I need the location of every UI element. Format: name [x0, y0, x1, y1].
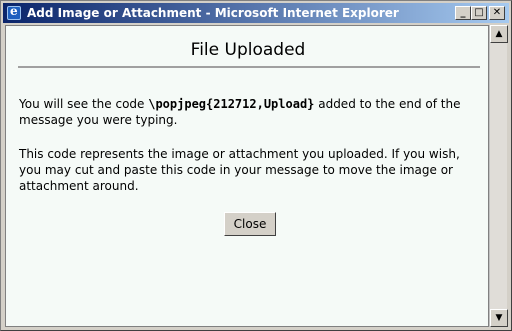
close-button[interactable]: Close: [224, 212, 276, 236]
title-bar[interactable]: Add Image or Attachment - Microsoft Inte…: [3, 3, 509, 23]
vertical-scrollbar[interactable]: ▲ ▼: [489, 25, 508, 327]
scroll-up-arrow-icon[interactable]: ▲: [490, 25, 508, 43]
instructions-text: This code represents the image or attach…: [19, 147, 460, 193]
page-content: File Uploaded You will see the code \pop…: [5, 25, 489, 327]
page-title: File Uploaded: [190, 40, 306, 60]
message-text-start: You will see the code: [19, 97, 149, 111]
close-window-button[interactable]: ✕: [489, 6, 505, 20]
minimize-button[interactable]: _: [455, 6, 471, 20]
divider: [18, 66, 480, 68]
window-title: Add Image or Attachment - Microsoft Inte…: [27, 6, 399, 20]
upload-code-message: You will see the code \popjpeg{212712,Up…: [19, 96, 479, 128]
upload-code: \popjpeg{212712,Upload}: [148, 97, 315, 111]
maximize-button[interactable]: □: [471, 6, 487, 20]
browser-window: Add Image or Attachment - Microsoft Inte…: [0, 0, 512, 331]
scroll-down-arrow-icon[interactable]: ▼: [490, 309, 508, 327]
ie-icon: [7, 4, 21, 20]
